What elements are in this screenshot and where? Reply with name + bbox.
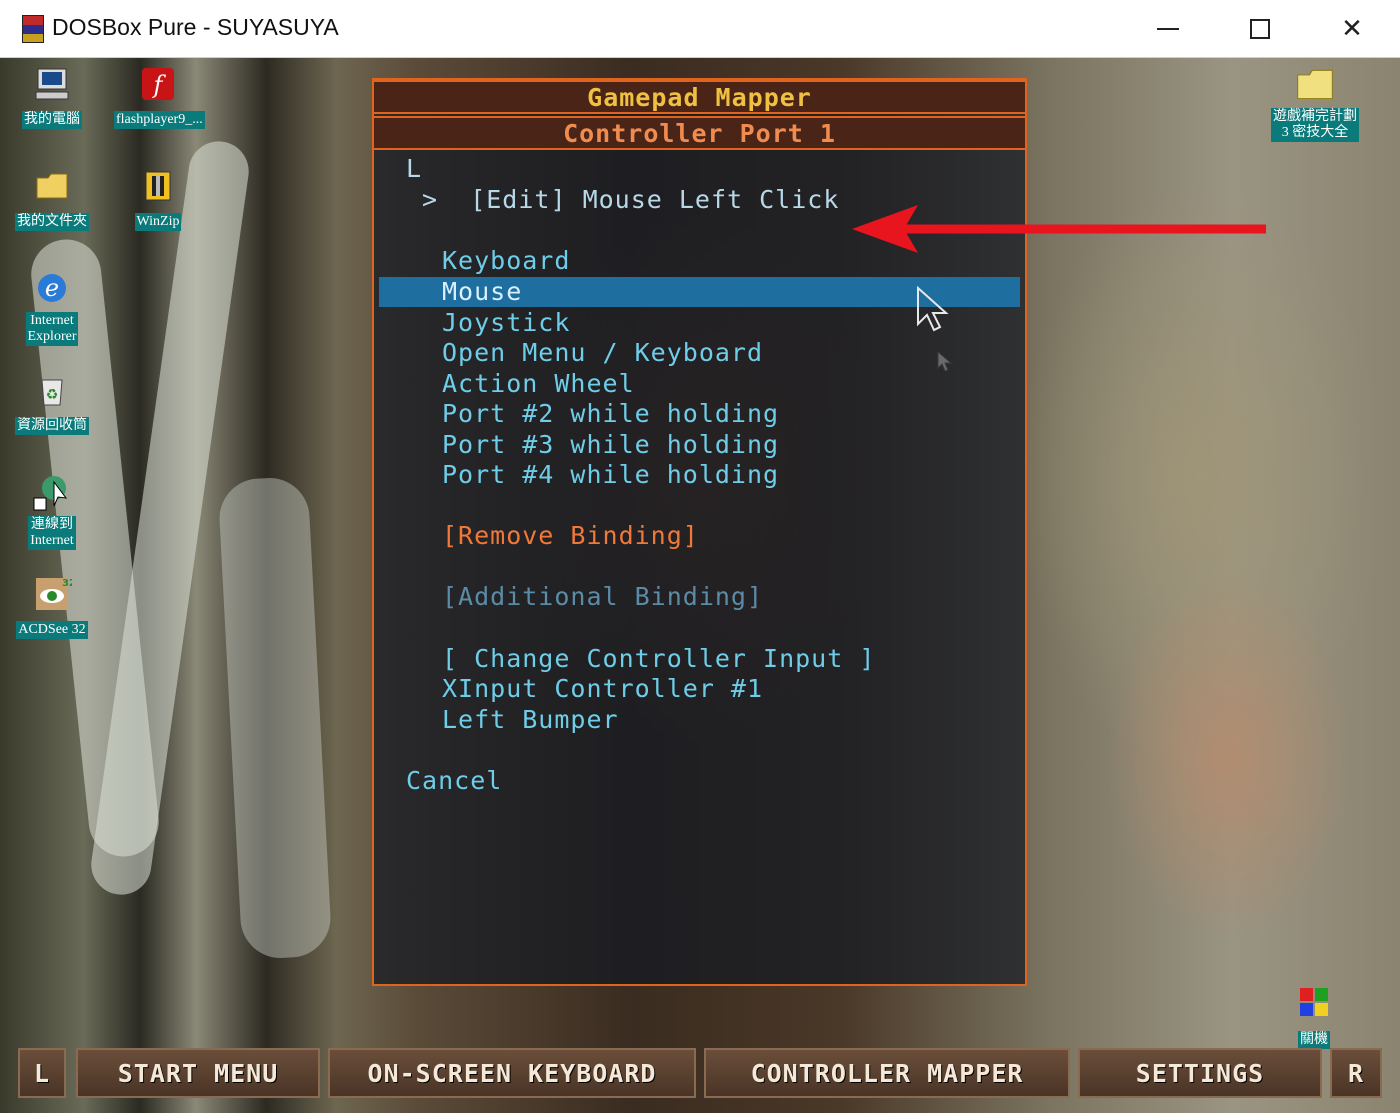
desktop-icon[interactable]: e Internet Explorer bbox=[8, 268, 96, 346]
option-port-2[interactable]: Port #2 while holding bbox=[374, 399, 1025, 429]
desktop-icon[interactable]: 32 ACDSee 32 bbox=[8, 574, 96, 639]
mapper-title: Gamepad Mapper bbox=[374, 80, 1025, 114]
windows-logo-icon bbox=[1294, 984, 1334, 1024]
recycle-bin-icon: ♻ bbox=[32, 370, 72, 410]
acdsee-icon: 32 bbox=[32, 574, 72, 614]
winzip-icon bbox=[138, 166, 178, 206]
cancel-button[interactable]: Cancel bbox=[374, 766, 1025, 796]
svg-text:e: e bbox=[45, 274, 59, 302]
desktop-icon[interactable]: 遊戲補完計劃 3 密技大全 bbox=[1260, 64, 1370, 142]
controller-button-name: Left Bumper bbox=[442, 705, 619, 734]
controller-mapper-button[interactable]: CONTROLLER MAPPER bbox=[704, 1048, 1070, 1098]
connect-icon bbox=[32, 472, 72, 512]
window-titlebar: DOSBox Pure - SUYASUYA ✕ bbox=[0, 0, 1400, 58]
ie-icon: e bbox=[32, 268, 72, 308]
l-button[interactable]: L bbox=[18, 1048, 66, 1098]
dosbox-icon bbox=[22, 15, 44, 43]
r-button[interactable]: R bbox=[1330, 1048, 1382, 1098]
settings-button[interactable]: SETTINGS bbox=[1078, 1048, 1322, 1098]
desktop-icon[interactable]: 關機 bbox=[1270, 984, 1358, 1049]
pointer-icon bbox=[937, 350, 953, 372]
folder-icon bbox=[32, 166, 72, 206]
wallpaper-shape bbox=[217, 475, 333, 961]
svg-text:♻: ♻ bbox=[46, 387, 59, 403]
folder-icon bbox=[1295, 64, 1335, 104]
option-open-menu-keyboard[interactable]: Open Menu / Keyboard bbox=[374, 338, 1025, 368]
option-action-wheel[interactable]: Action Wheel bbox=[374, 369, 1025, 399]
desktop-icon[interactable]: 連線到 Internet bbox=[8, 472, 96, 550]
start-menu-button[interactable]: START MENU bbox=[76, 1048, 320, 1098]
window-title: DOSBox Pure - SUYASUYA bbox=[52, 14, 339, 40]
desktop-icon[interactable]: ♻ 資源回收筒 bbox=[8, 370, 96, 435]
close-icon: ✕ bbox=[1341, 14, 1363, 44]
additional-binding-button[interactable]: [Additional Binding] bbox=[374, 582, 1025, 612]
maximize-button[interactable] bbox=[1214, 0, 1306, 58]
desktop-icon[interactable]: WinZip bbox=[114, 166, 202, 231]
option-port-4[interactable]: Port #4 while holding bbox=[374, 460, 1025, 490]
desktop-icon[interactable]: 我的文件夾 bbox=[8, 166, 96, 231]
close-button[interactable]: ✕ bbox=[1306, 0, 1398, 58]
remove-binding-button[interactable]: [Remove Binding] bbox=[374, 521, 1025, 551]
option-port-3[interactable]: Port #3 while holding bbox=[374, 430, 1025, 460]
computer-icon bbox=[32, 64, 72, 104]
button-name: L bbox=[406, 154, 423, 183]
svg-text:32: 32 bbox=[62, 578, 72, 589]
minimize-icon bbox=[1157, 28, 1179, 30]
controller-name: XInput Controller #1 bbox=[442, 674, 764, 703]
change-controller-input-button[interactable]: [ Change Controller Input ] bbox=[374, 644, 1025, 674]
desktop-icon[interactable]: f flashplayer9_... bbox=[114, 64, 205, 129]
flash-icon: f bbox=[138, 64, 178, 104]
controller-port-title: Controller Port 1 bbox=[374, 116, 1025, 150]
desktop-icon[interactable]: 我的電腦 bbox=[8, 64, 96, 129]
minimize-button[interactable] bbox=[1122, 0, 1214, 58]
on-screen-keyboard-button[interactable]: ON-SCREEN KEYBOARD bbox=[328, 1048, 696, 1098]
red-arrow-icon bbox=[852, 205, 1266, 253]
mouse-cursor-icon bbox=[917, 286, 949, 332]
maximize-icon bbox=[1250, 19, 1270, 39]
